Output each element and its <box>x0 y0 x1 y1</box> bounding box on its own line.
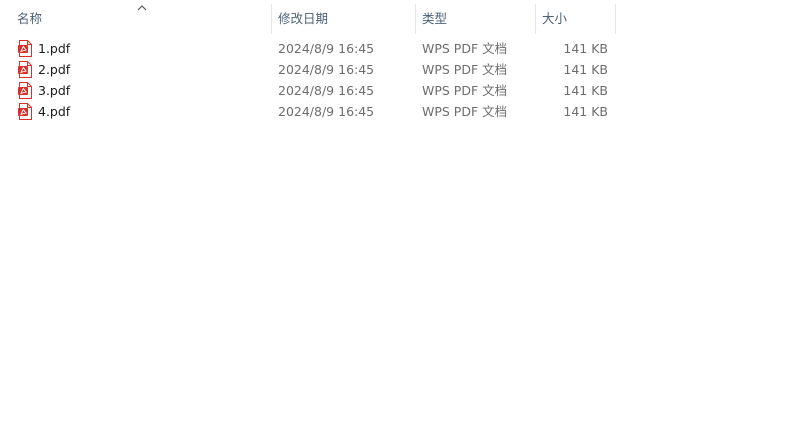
file-modified-date: 2024/8/9 16:45 <box>278 62 375 77</box>
file-size: 141 KB <box>563 83 608 98</box>
file-name[interactable]: 1.pdf <box>38 38 70 59</box>
file-name[interactable]: 2.pdf <box>38 59 70 80</box>
file-size: 141 KB <box>563 62 608 77</box>
file-row[interactable]: 4.pdf 2024/8/9 16:45 WPS PDF 文档 141 KB <box>0 101 620 122</box>
file-type: WPS PDF 文档 <box>422 62 508 77</box>
file-type: WPS PDF 文档 <box>422 41 508 56</box>
file-list: 1.pdf 2024/8/9 16:45 WPS PDF 文档 141 KB 2… <box>0 38 620 122</box>
file-row[interactable]: 2.pdf 2024/8/9 16:45 WPS PDF 文档 141 KB <box>0 59 620 80</box>
file-explorer: 名称 修改日期 类型 大小 1.pdf 2024/8/9 16:45 WPS P… <box>0 0 802 426</box>
column-header-size[interactable]: 大小 <box>542 4 612 34</box>
file-modified-date: 2024/8/9 16:45 <box>278 83 375 98</box>
pdf-file-icon <box>18 103 32 120</box>
pdf-file-icon <box>18 82 32 99</box>
pdf-file-icon <box>18 61 32 78</box>
column-divider[interactable] <box>535 4 536 34</box>
column-divider[interactable] <box>271 4 272 34</box>
file-name[interactable]: 3.pdf <box>38 80 70 101</box>
file-type: WPS PDF 文档 <box>422 83 508 98</box>
column-divider[interactable] <box>415 4 416 34</box>
file-modified-date: 2024/8/9 16:45 <box>278 104 375 119</box>
file-row[interactable]: 1.pdf 2024/8/9 16:45 WPS PDF 文档 141 KB <box>0 38 620 59</box>
file-row[interactable]: 3.pdf 2024/8/9 16:45 WPS PDF 文档 141 KB <box>0 80 620 101</box>
column-divider[interactable] <box>615 4 616 34</box>
file-size: 141 KB <box>563 104 608 119</box>
column-header-row: 名称 修改日期 类型 大小 <box>0 4 620 34</box>
column-header-modified[interactable]: 修改日期 <box>278 4 412 34</box>
pdf-file-icon <box>18 40 32 57</box>
file-modified-date: 2024/8/9 16:45 <box>278 41 375 56</box>
file-name[interactable]: 4.pdf <box>38 101 70 122</box>
file-type: WPS PDF 文档 <box>422 104 508 119</box>
column-header-type[interactable]: 类型 <box>422 4 532 34</box>
file-size: 141 KB <box>563 41 608 56</box>
column-header-name[interactable]: 名称 <box>17 4 267 34</box>
